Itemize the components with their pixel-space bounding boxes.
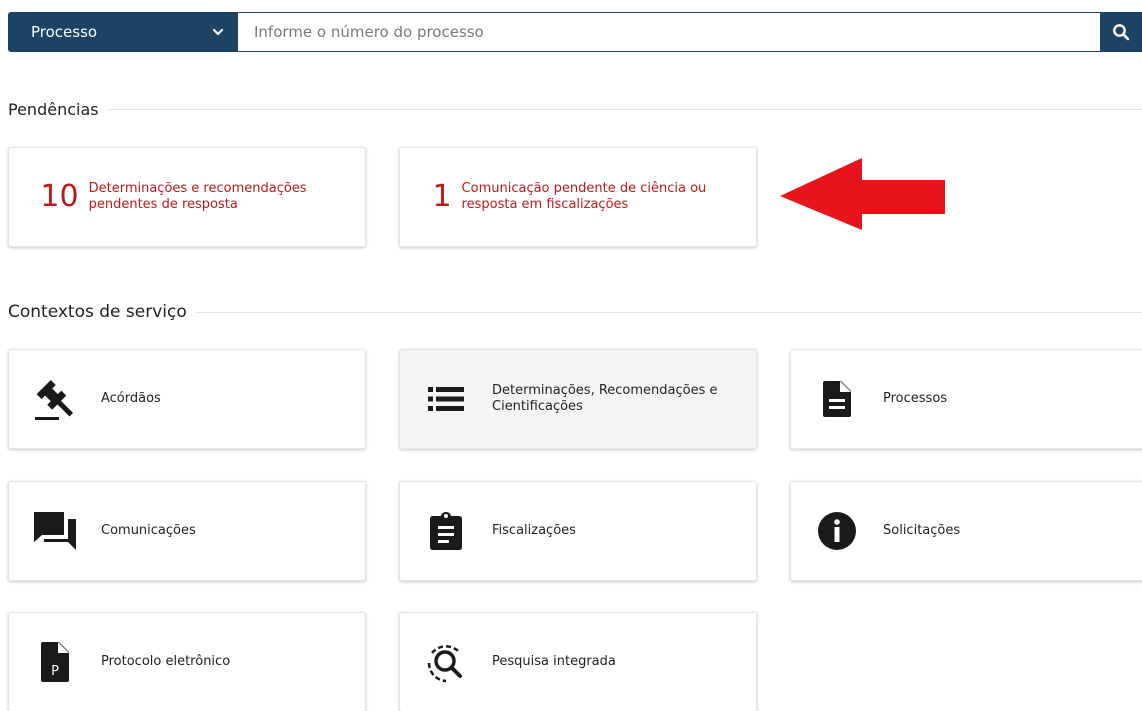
services-section-title: Contextos de serviço: [8, 302, 1142, 322]
search-type-select[interactable]: Processo: [8, 12, 238, 52]
info-icon: [818, 512, 856, 550]
process-number-input[interactable]: [238, 12, 1100, 52]
page: Processo Pendências 10 Determinações e r…: [0, 0, 1142, 711]
service-card-fiscalizacoes[interactable]: Fiscalizações: [399, 481, 757, 581]
service-card-solicitacoes[interactable]: Solicitações: [790, 481, 1142, 581]
document-icon: [823, 381, 851, 417]
search-icon: [1113, 24, 1130, 41]
red-arrow-icon: [780, 158, 945, 230]
service-label: Processos: [883, 391, 948, 407]
service-label: Protocolo eletrônico: [101, 654, 231, 670]
pending-section-label: Pendências: [8, 100, 99, 119]
service-card-determinacoes[interactable]: Determinações, Recomendações e Cientific…: [399, 349, 757, 449]
protocol-document-icon: P: [41, 642, 69, 682]
pending-section-title: Pendências: [8, 100, 1142, 119]
service-card-acordaos[interactable]: Acórdãos: [8, 349, 366, 449]
process-search-bar: Processo: [8, 12, 1142, 52]
list-icon: [428, 387, 464, 411]
service-label: Comunicações: [101, 523, 196, 539]
service-card-processos[interactable]: Processos: [790, 349, 1142, 449]
search-type-label: Processo: [31, 23, 98, 41]
service-card-comunicacoes[interactable]: Comunicações: [8, 481, 366, 581]
service-card-protocolo[interactable]: P Protocolo eletrônico: [8, 612, 366, 711]
services-section-label: Contextos de serviço: [8, 302, 187, 322]
service-label: Acórdãos: [101, 391, 161, 407]
pending-card-determinations[interactable]: 10 Determinações e recomendações pendent…: [8, 147, 366, 247]
service-label: Solicitações: [883, 523, 961, 539]
chevron-down-icon: [212, 28, 224, 36]
pending-label: Determinações e recomendações pendentes …: [88, 181, 307, 212]
pending-count: 1: [432, 179, 452, 214]
service-card-pesquisa[interactable]: Pesquisa integrada: [399, 612, 757, 711]
pending-card-communication[interactable]: 1 Comunicação pendente de ciência ou res…: [399, 147, 757, 247]
service-label: Determinações, Recomendações e Cientific…: [492, 383, 718, 414]
integrated-search-icon: [427, 645, 462, 683]
clipboard-icon: [430, 512, 462, 550]
service-label: Fiscalizações: [492, 523, 576, 539]
chat-icon: [34, 512, 76, 550]
pending-label: Comunicação pendente de ciência ou respo…: [461, 181, 707, 212]
section-divider: [196, 311, 1142, 313]
service-label: Pesquisa integrada: [492, 654, 616, 670]
gavel-icon: [35, 380, 74, 420]
pending-count: 10: [40, 179, 79, 214]
svg-text:P: P: [51, 664, 59, 679]
section-divider: [108, 109, 1142, 110]
search-button[interactable]: [1100, 12, 1142, 52]
